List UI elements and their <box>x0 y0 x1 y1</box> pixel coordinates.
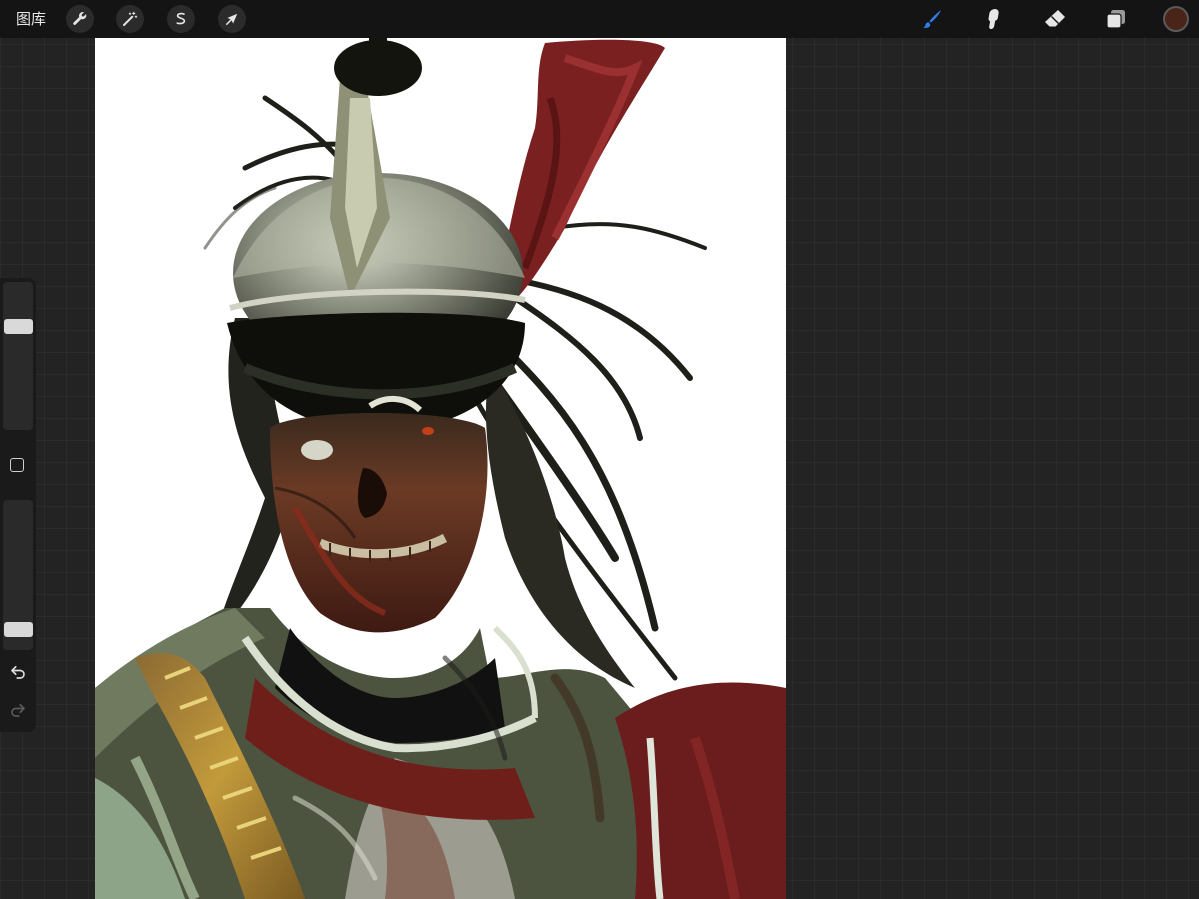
drawing-canvas[interactable] <box>95 38 786 899</box>
actions-button[interactable] <box>66 5 94 33</box>
layers-button[interactable] <box>1102 5 1130 33</box>
canvas-painting <box>95 38 786 899</box>
gallery-button[interactable]: 图库 <box>16 9 46 29</box>
armor-torso <box>95 608 786 899</box>
opacity-thumb[interactable] <box>4 621 33 637</box>
adjustments-button[interactable] <box>116 5 144 33</box>
color-swatch-button[interactable] <box>1163 6 1189 32</box>
magic-wand-icon <box>123 11 138 26</box>
smudge-tool-button[interactable] <box>979 5 1007 33</box>
helmet <box>227 38 526 433</box>
undo-icon[interactable] <box>8 662 28 682</box>
brush-size-thumb[interactable] <box>4 319 33 335</box>
arrow-cursor-icon <box>226 13 238 25</box>
top-toolbar: 图库 <box>0 0 1199 38</box>
smudge-icon <box>988 9 999 29</box>
selection-icon <box>176 12 186 25</box>
brush-icon <box>923 10 941 28</box>
procreate-workspace: 图库 <box>0 0 1199 899</box>
paint-tool-button[interactable] <box>918 5 946 33</box>
selection-button[interactable] <box>167 5 195 33</box>
eraser-icon <box>1045 10 1065 27</box>
skull-face <box>270 413 488 633</box>
modify-square-icon[interactable] <box>10 458 24 472</box>
layers-icon <box>1106 10 1125 29</box>
transform-button[interactable] <box>218 5 246 33</box>
left-sidebar <box>0 278 36 732</box>
redo-icon[interactable] <box>8 700 28 720</box>
eraser-tool-button[interactable] <box>1041 5 1069 33</box>
brush-size-slider[interactable] <box>3 282 33 430</box>
wrench-icon <box>73 12 87 25</box>
